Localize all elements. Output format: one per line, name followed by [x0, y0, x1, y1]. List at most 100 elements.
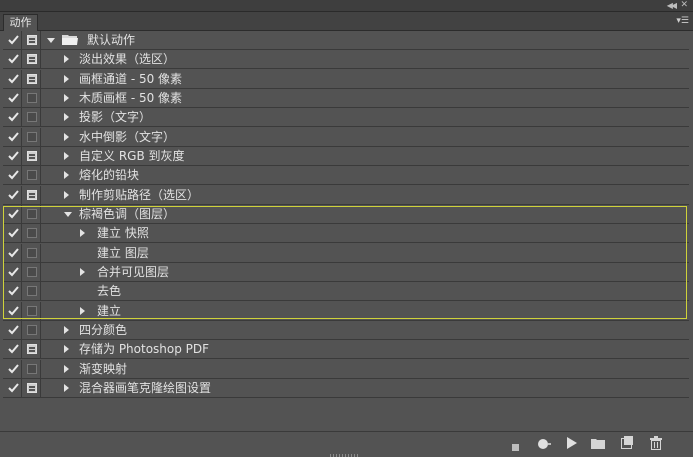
expand-triangle-right-icon[interactable]: [64, 113, 69, 121]
toggle-check-icon[interactable]: [5, 360, 22, 378]
action-row[interactable]: 自定义 RGB 到灰度: [3, 147, 689, 166]
action-row[interactable]: 制作剪贴路径（选区）: [3, 186, 689, 205]
action-step-row[interactable]: 建立 图层: [3, 244, 689, 263]
expand-triangle-down-icon[interactable]: [47, 38, 55, 43]
toggle-check-icon[interactable]: [5, 89, 22, 107]
action-row[interactable]: 画框通道 - 50 像素: [3, 70, 689, 89]
action-label: 渐变映射: [79, 362, 128, 376]
expand-triangle-right-icon[interactable]: [64, 191, 69, 199]
dialog-toggle-icon[interactable]: [23, 70, 41, 88]
expand-triangle-right-icon[interactable]: [64, 365, 69, 373]
dialog-toggle-icon[interactable]: [23, 321, 41, 339]
action-label: 淡出效果（选区）: [79, 52, 176, 66]
dialog-toggle-icon[interactable]: [23, 244, 41, 262]
action-step-row[interactable]: 去色: [3, 282, 689, 301]
action-label: 合并可见图层: [97, 265, 170, 279]
panel-tab-bar: 动作 ▾☰: [0, 12, 693, 31]
toggle-check-icon[interactable]: [5, 108, 22, 126]
action-row[interactable]: 木质画框 - 50 像素: [3, 89, 689, 108]
action-step-row[interactable]: 合并可见图层: [3, 263, 689, 282]
expand-triangle-right-icon[interactable]: [64, 384, 69, 392]
toggle-check-icon[interactable]: [5, 302, 22, 320]
expand-triangle-right-icon[interactable]: [64, 152, 69, 160]
actions-toolbar: [0, 431, 693, 457]
action-row[interactable]: 混合器画笔克隆绘图设置: [3, 379, 689, 398]
dialog-toggle-icon[interactable]: [23, 205, 41, 223]
record-icon[interactable]: [537, 438, 551, 453]
action-step-row[interactable]: 建立: [3, 302, 689, 321]
expand-triangle-right-icon[interactable]: [64, 55, 69, 63]
toggle-check-icon[interactable]: [5, 205, 22, 223]
action-label: 混合器画笔克隆绘图设置: [79, 381, 212, 395]
toggle-check-icon[interactable]: [5, 31, 22, 49]
folder-icon: [62, 34, 79, 49]
expand-triangle-right-icon[interactable]: [64, 94, 69, 102]
toggle-check-icon[interactable]: [5, 263, 22, 281]
toggle-check-icon[interactable]: [5, 282, 22, 300]
dialog-toggle-icon[interactable]: [23, 186, 41, 204]
expand-triangle-down-icon[interactable]: [64, 212, 72, 217]
dialog-toggle-icon[interactable]: [23, 282, 41, 300]
dialog-toggle-icon[interactable]: [23, 263, 41, 281]
expand-triangle-right-icon[interactable]: [64, 133, 69, 141]
dialog-toggle-icon[interactable]: [23, 147, 41, 165]
action-row[interactable]: 渐变映射: [3, 360, 689, 379]
action-label: 水中倒影（文字）: [79, 130, 176, 144]
toggle-check-icon[interactable]: [5, 50, 22, 68]
action-row[interactable]: 熔化的铅块: [3, 166, 689, 185]
action-label: 建立: [97, 304, 122, 318]
action-step-row[interactable]: 建立 快照: [3, 224, 689, 243]
expand-triangle-right-icon[interactable]: [64, 75, 69, 83]
toggle-check-icon[interactable]: [5, 147, 22, 165]
dialog-toggle-icon[interactable]: [23, 128, 41, 146]
expand-triangle-right-icon[interactable]: [80, 229, 85, 237]
toggle-check-icon[interactable]: [5, 186, 22, 204]
panel-menu-icon[interactable]: ▾☰: [676, 14, 689, 28]
toggle-check-icon[interactable]: [5, 166, 22, 184]
dialog-toggle-icon[interactable]: [23, 50, 41, 68]
play-icon[interactable]: [567, 437, 577, 452]
dialog-toggle-icon[interactable]: [23, 360, 41, 378]
expand-triangle-right-icon[interactable]: [80, 307, 85, 315]
toggle-check-icon[interactable]: [5, 128, 22, 146]
toggle-check-icon[interactable]: [5, 244, 22, 262]
trash-icon[interactable]: [650, 436, 662, 453]
toggle-check-icon[interactable]: [5, 224, 22, 242]
collapse-panel-icon[interactable]: ◀◀: [667, 0, 677, 11]
dialog-toggle-icon[interactable]: [23, 340, 41, 358]
toggle-check-icon[interactable]: [5, 379, 22, 397]
toggle-check-icon[interactable]: [5, 321, 22, 339]
action-label: 制作剪贴路径（选区）: [79, 188, 200, 202]
action-label: 四分颜色: [79, 323, 128, 337]
expand-triangle-right-icon[interactable]: [80, 268, 85, 276]
action-row[interactable]: 淡出效果（选区）: [3, 50, 689, 69]
action-row[interactable]: 投影（文字）: [3, 108, 689, 127]
action-set-row[interactable]: 默认动作: [3, 31, 689, 50]
dialog-toggle-icon[interactable]: [23, 166, 41, 184]
expand-triangle-right-icon[interactable]: [64, 326, 69, 334]
dialog-toggle-icon[interactable]: [23, 224, 41, 242]
action-label: 自定义 RGB 到灰度: [79, 149, 185, 163]
action-label: 存储为 Photoshop PDF: [79, 342, 210, 356]
expand-triangle-right-icon[interactable]: [64, 345, 69, 353]
tab-actions[interactable]: 动作: [3, 14, 38, 31]
action-label: 建立 快照: [97, 226, 149, 240]
dialog-toggle-icon[interactable]: [23, 89, 41, 107]
stop-icon[interactable]: [512, 440, 519, 454]
dialog-toggle-icon[interactable]: [23, 31, 41, 49]
new-action-icon[interactable]: [621, 436, 633, 452]
action-row[interactable]: 水中倒影（文字）: [3, 128, 689, 147]
action-label: 棕褐色调（图层）: [79, 207, 176, 221]
dialog-toggle-icon[interactable]: [23, 302, 41, 320]
expand-triangle-right-icon[interactable]: [64, 171, 69, 179]
dialog-toggle-icon[interactable]: [23, 108, 41, 126]
close-icon[interactable]: ✕: [680, 0, 688, 11]
dialog-toggle-icon[interactable]: [23, 379, 41, 397]
action-label: 画框通道 - 50 像素: [79, 72, 183, 86]
action-row[interactable]: 棕褐色调（图层）: [3, 205, 689, 224]
toggle-check-icon[interactable]: [5, 70, 22, 88]
toggle-check-icon[interactable]: [5, 340, 22, 358]
action-row[interactable]: 存储为 Photoshop PDF: [3, 340, 689, 359]
new-set-folder-icon[interactable]: [591, 437, 605, 452]
action-row[interactable]: 四分颜色: [3, 321, 689, 340]
